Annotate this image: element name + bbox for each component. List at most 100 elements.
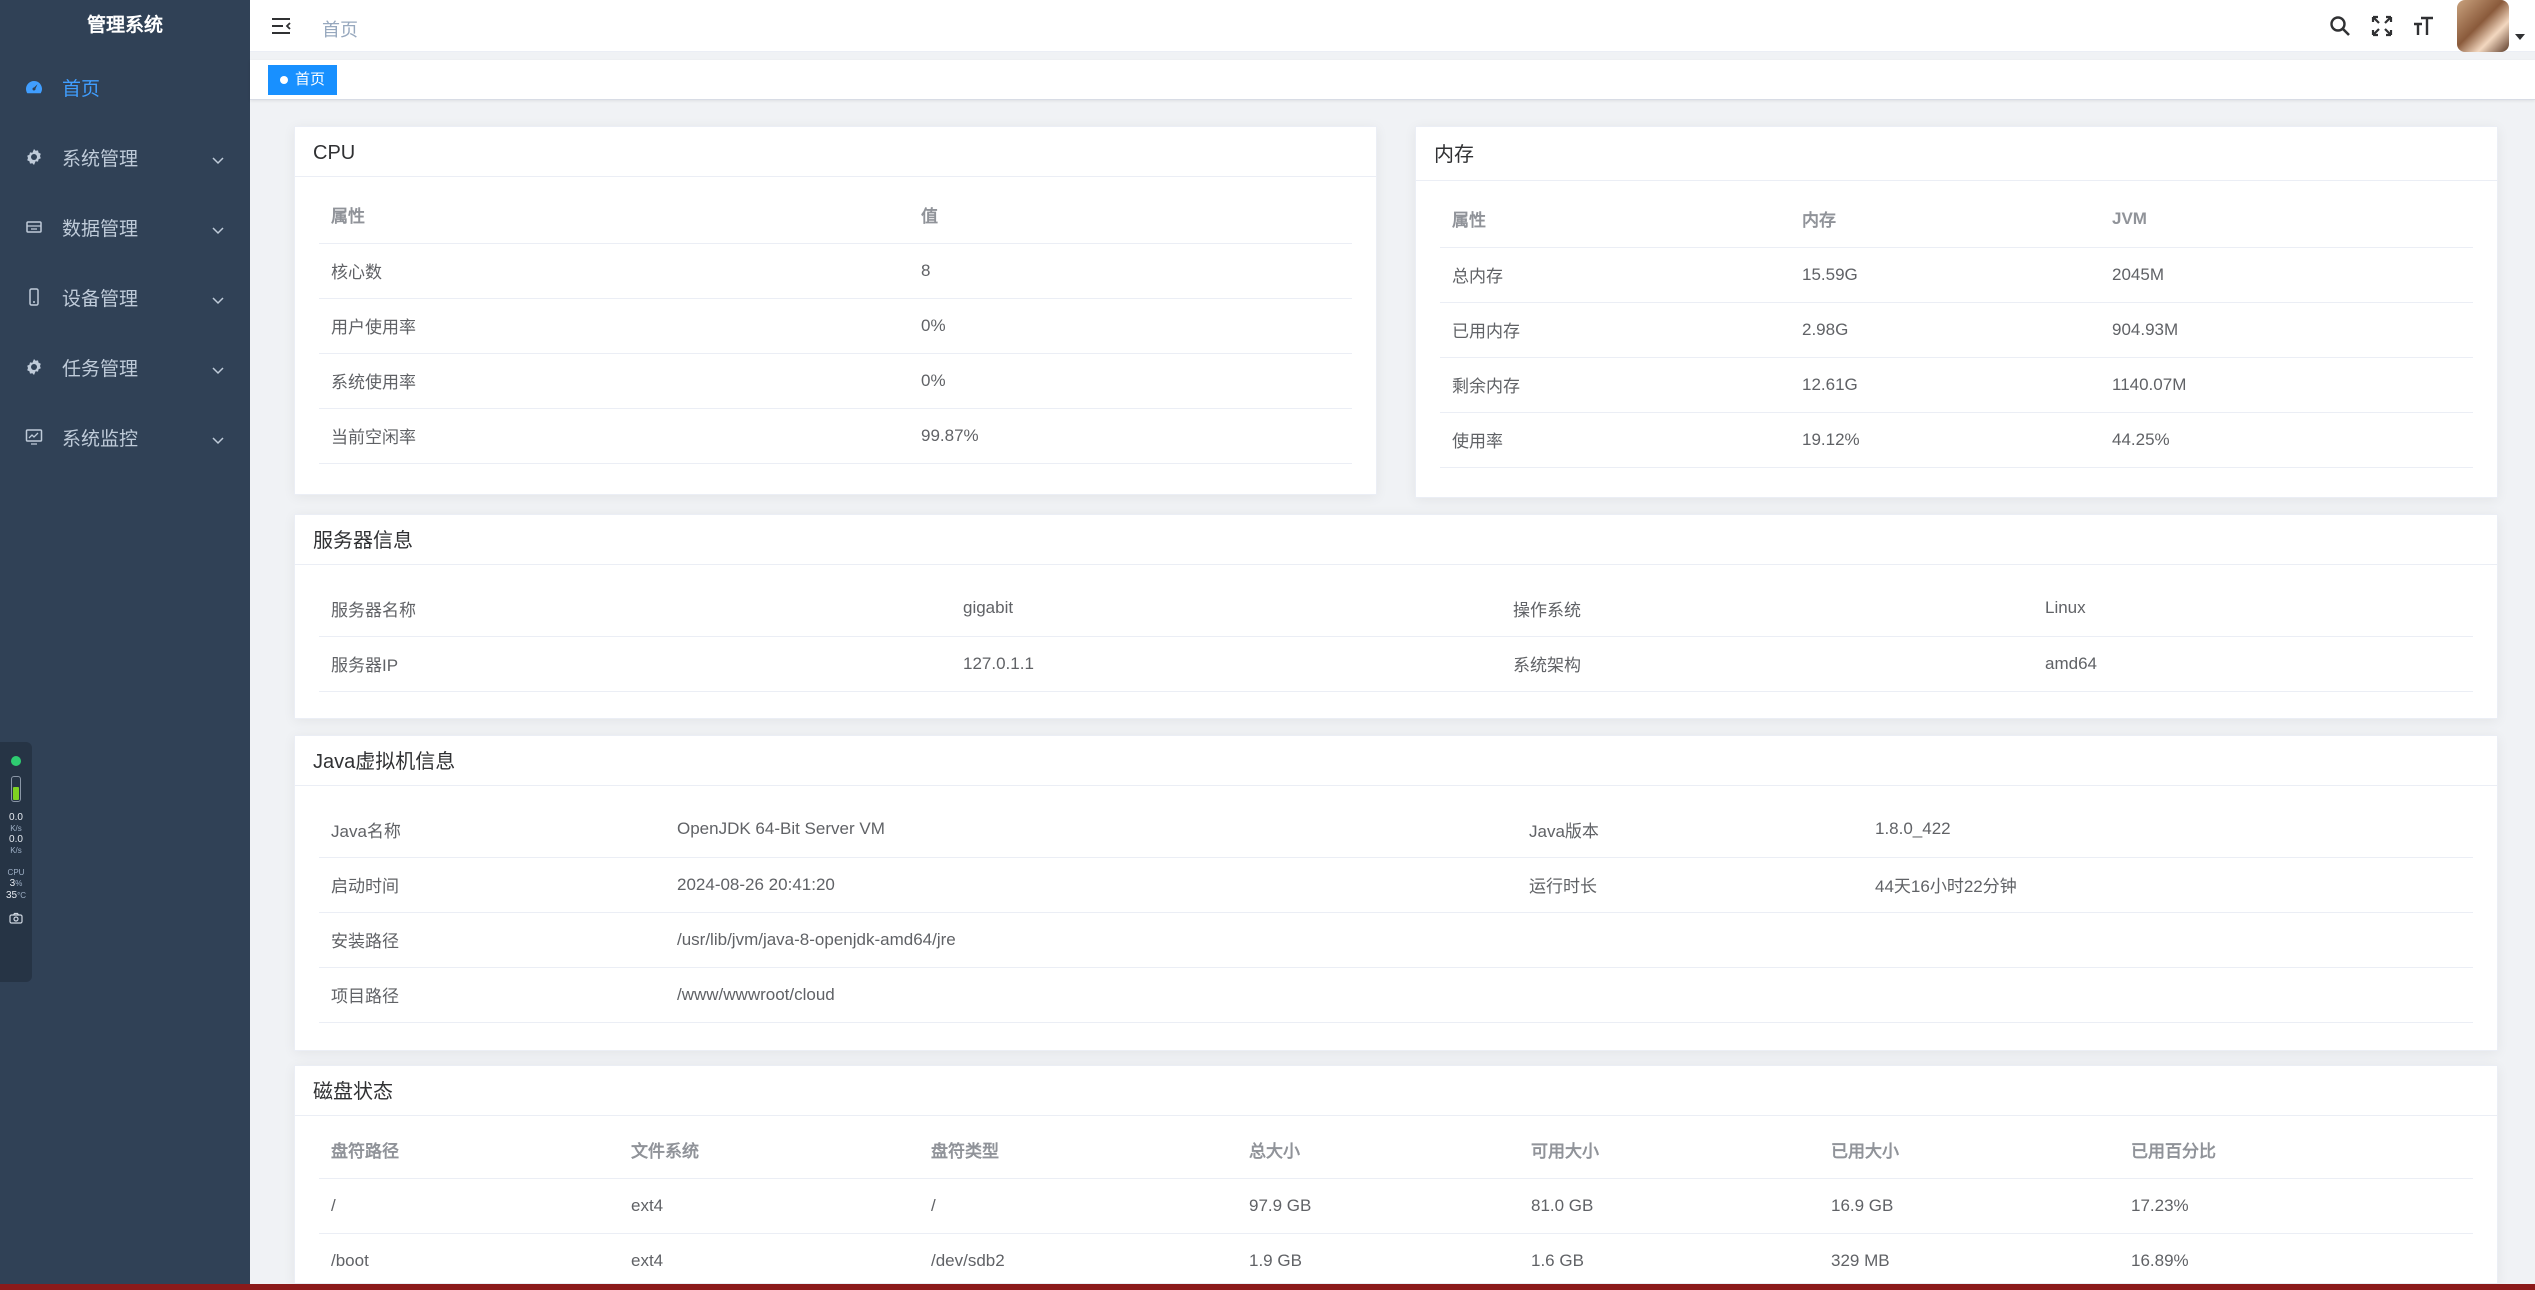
system-monitor-widget[interactable]: 0.0 K/s 0.0 K/s CPU 3% 35°C [0, 742, 32, 982]
phone-icon [24, 287, 44, 307]
jvm-table: Java名称 OpenJDK 64-Bit Server VM Java版本 1… [319, 802, 2473, 1023]
header-right-menu [2313, 0, 2535, 52]
table-row: / ext4 / 97.9 GB 81.0 GB 16.9 GB 17.23% [319, 1178, 2473, 1234]
table-row: 安装路径 /usr/lib/jvm/java-8-openjdk-amd64/j… [319, 912, 2473, 968]
table-cell: 用户使用率 [319, 298, 909, 354]
column-header: 盘符类型 [919, 1122, 1237, 1179]
table-row: 项目路径 /www/wwwroot/cloud [319, 967, 2473, 1023]
table-cell: 904.93M [2100, 302, 2473, 358]
upload-unit: K/s [10, 824, 22, 833]
server-info-card: 服务器信息 服务器名称 gigabit 操作系统 Linux 服务器IP 127… [294, 514, 2498, 719]
table-cell: /www/wwwroot/cloud [665, 967, 2473, 1023]
font-size-icon[interactable] [2409, 11, 2439, 41]
chevron-down-icon [212, 359, 224, 381]
table-cell: ext4 [619, 1233, 919, 1289]
sidebar-item-task[interactable]: 任务管理 [0, 332, 250, 402]
sidebar-item-system[interactable]: 系统管理 [0, 122, 250, 192]
table-row: 用户使用率 0% [319, 298, 1352, 354]
table-row: 核心数 8 [319, 243, 1352, 299]
status-dot [11, 756, 21, 766]
camera-icon[interactable] [0, 912, 32, 927]
table-cell: / [319, 1178, 619, 1234]
card-title: CPU [295, 127, 1376, 177]
chevron-down-icon [212, 289, 224, 311]
jvm-info-card: Java虚拟机信息 Java名称 OpenJDK 64-Bit Server V… [294, 735, 2498, 1051]
table-cell: 99.87% [909, 408, 1352, 464]
table-cell: 1.9 GB [1237, 1233, 1519, 1289]
table-cell: 12.61G [1790, 357, 2100, 413]
caret-down-icon[interactable] [2515, 27, 2525, 45]
tags-view-bar: 首页 [250, 60, 2535, 100]
monitor-icon [24, 427, 44, 447]
column-header: 属性 [319, 187, 909, 244]
table-cell: /boot [319, 1233, 619, 1289]
sidebar-item-monitor[interactable]: 系统监控 [0, 402, 250, 472]
server-table: 服务器名称 gigabit 操作系统 Linux 服务器IP 127.0.1.1… [319, 581, 2473, 692]
table-row: 启动时间 2024-08-26 20:41:20 运行时长 44天16小时22分… [319, 857, 2473, 913]
sidebar-item-device[interactable]: 设备管理 [0, 262, 250, 332]
sidebar-item-label: 系统管理 [62, 148, 139, 170]
chevron-down-icon [212, 149, 224, 171]
table-cell: 1.8.0_422 [1863, 802, 2473, 858]
table-row: 使用率 19.12% 44.25% [1440, 412, 2473, 468]
upload-speed: 0.0 [9, 812, 23, 823]
table-cell: 1.6 GB [1519, 1233, 1819, 1289]
download-speed: 0.0 [9, 834, 23, 845]
top-navbar: 首页 [250, 0, 2535, 52]
table-row: 服务器IP 127.0.1.1 系统架构 amd64 [319, 636, 2473, 692]
table-row: Java名称 OpenJDK 64-Bit Server VM Java版本 1… [319, 802, 2473, 858]
sidebar-item-home[interactable]: 首页 [0, 52, 250, 122]
memory-card: 内存 属性 内存 JVM 总内存 15.59G 2045M 已用内存 2.98G 904… [1415, 126, 2498, 498]
column-header: 盘符路径 [319, 1122, 619, 1179]
table-cell: 2024-08-26 20:41:20 [665, 857, 1517, 913]
fullscreen-icon[interactable] [2367, 11, 2397, 41]
database-icon [24, 217, 44, 237]
search-icon[interactable] [2325, 11, 2355, 41]
table-cell: /dev/sdb2 [919, 1233, 1237, 1289]
table-cell: 系统使用率 [319, 353, 909, 409]
table-row: 已用内存 2.98G 904.93M [1440, 302, 2473, 358]
table-cell: 16.89% [2119, 1233, 2473, 1289]
column-header: JVM [2100, 191, 2473, 248]
sidebar-item-label: 任务管理 [62, 358, 139, 380]
table-cell: 运行时长 [1517, 857, 1863, 913]
table-cell: 安装路径 [319, 912, 665, 968]
gear-icon [24, 357, 44, 377]
table-cell: 2.98G [1790, 302, 2100, 358]
card-title: Java虚拟机信息 [295, 736, 2497, 786]
table-cell: 15.59G [1790, 247, 2100, 303]
table-cell: 系统架构 [1501, 636, 2033, 692]
table-cell: 总内存 [1440, 247, 1790, 303]
table-cell: 核心数 [319, 243, 909, 299]
cpu-label: CPU [7, 868, 25, 877]
column-header: 可用大小 [1519, 1122, 1819, 1179]
disk-status-card: 磁盘状态 盘符路径 文件系统 盘符类型 总大小 可用大小 已用大小 已用百分比 … [294, 1065, 2498, 1289]
menu-toggle-icon[interactable] [270, 15, 292, 37]
sidebar: 管理系统 首页 系统管理 数据管理 设备管理 任务管理 系统监控 [0, 0, 250, 1290]
avatar[interactable] [2457, 0, 2509, 52]
table-cell: 启动时间 [319, 857, 665, 913]
disk-table: 盘符路径 文件系统 盘符类型 总大小 可用大小 已用大小 已用百分比 / ext… [319, 1122, 2473, 1289]
table-cell: amd64 [2033, 636, 2473, 692]
table-cell: 剩余内存 [1440, 357, 1790, 413]
table-cell: 127.0.1.1 [951, 636, 1501, 692]
tag-home[interactable]: 首页 [268, 65, 338, 95]
column-header: 已用大小 [1819, 1122, 2119, 1179]
table-cell: 16.9 GB [1819, 1178, 2119, 1234]
table-cell: 97.9 GB [1237, 1178, 1519, 1234]
table-cell: 2045M [2100, 247, 2473, 303]
cpu-card: CPU 属性 值 核心数 8 用户使用率 0% 系统使用率 0% 当前空闲率 99.87… [294, 126, 1377, 495]
table-cell: 1140.07M [2100, 357, 2473, 413]
cpu-unit: % [15, 879, 23, 888]
sidebar-item-data[interactable]: 数据管理 [0, 192, 250, 262]
table-cell: gigabit [951, 581, 1501, 637]
chevron-down-icon [212, 429, 224, 451]
table-cell: 使用率 [1440, 412, 1790, 468]
column-header: 总大小 [1237, 1122, 1519, 1179]
table-cell: Linux [2033, 581, 2473, 637]
active-dot [280, 76, 288, 84]
table-cell: 0% [909, 298, 1352, 354]
table-row: 当前空闲率 99.87% [319, 408, 1352, 464]
card-title: 服务器信息 [295, 515, 2497, 565]
table-row: /boot ext4 /dev/sdb2 1.9 GB 1.6 GB 329 M… [319, 1233, 2473, 1289]
